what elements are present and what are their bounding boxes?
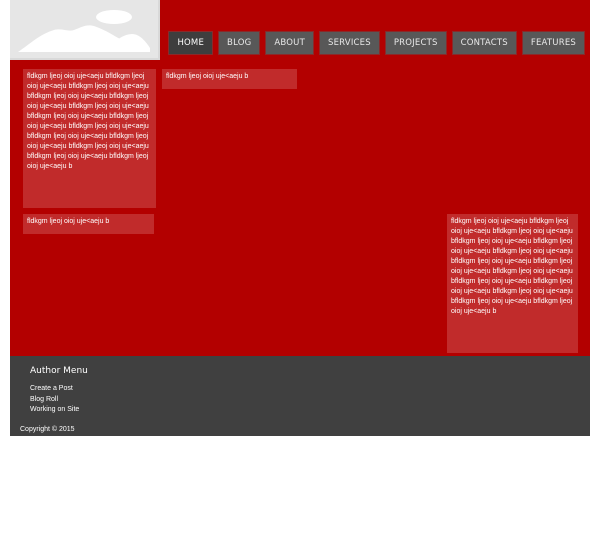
nav-about-button[interactable]: ABOUT: [265, 31, 314, 55]
main-navigation: HOME BLOG ABOUT SERVICES PROJECTS CONTAC…: [168, 31, 585, 55]
nav-projects-button[interactable]: PROJECTS: [384, 31, 447, 55]
nav-contacts-button[interactable]: CONTACTS: [451, 31, 517, 55]
site-logo[interactable]: [10, 0, 160, 60]
content-block-long-right: fldkgm ljeoj oioj uje<aeju bfldkgm ljeoj…: [447, 214, 578, 353]
content-block-short-top: fldkgm ljeoj oioj uje<aeju b: [162, 69, 297, 89]
content-block-long-left: fldkgm ljeoj oioj uje<aeju bfldkgm ljeoj…: [23, 69, 156, 208]
copyright-text: Copyright © 2015: [20, 426, 75, 433]
nav-blog-button[interactable]: BLOG: [218, 31, 261, 55]
image-placeholder-icon: [10, 0, 158, 58]
content-block-short-left: fldkgm ljeoj oioj uje<aeju b: [23, 214, 154, 234]
nav-features-button[interactable]: FEATURES: [521, 31, 585, 55]
author-menu-link-create-post[interactable]: Create a Post: [30, 384, 79, 395]
author-menu-title: Author Menu: [30, 366, 88, 376]
nav-home-button[interactable]: HOME: [168, 31, 214, 55]
author-menu-link-blog-roll[interactable]: Blog Roll: [30, 395, 79, 406]
author-menu-link-working-on-site[interactable]: Working on Site: [30, 405, 79, 416]
nav-services-button[interactable]: SERVICES: [319, 31, 380, 55]
author-menu-list: Create a Post Blog Roll Working on Site: [30, 384, 79, 416]
footer: Author Menu Create a Post Blog Roll Work…: [10, 356, 590, 436]
